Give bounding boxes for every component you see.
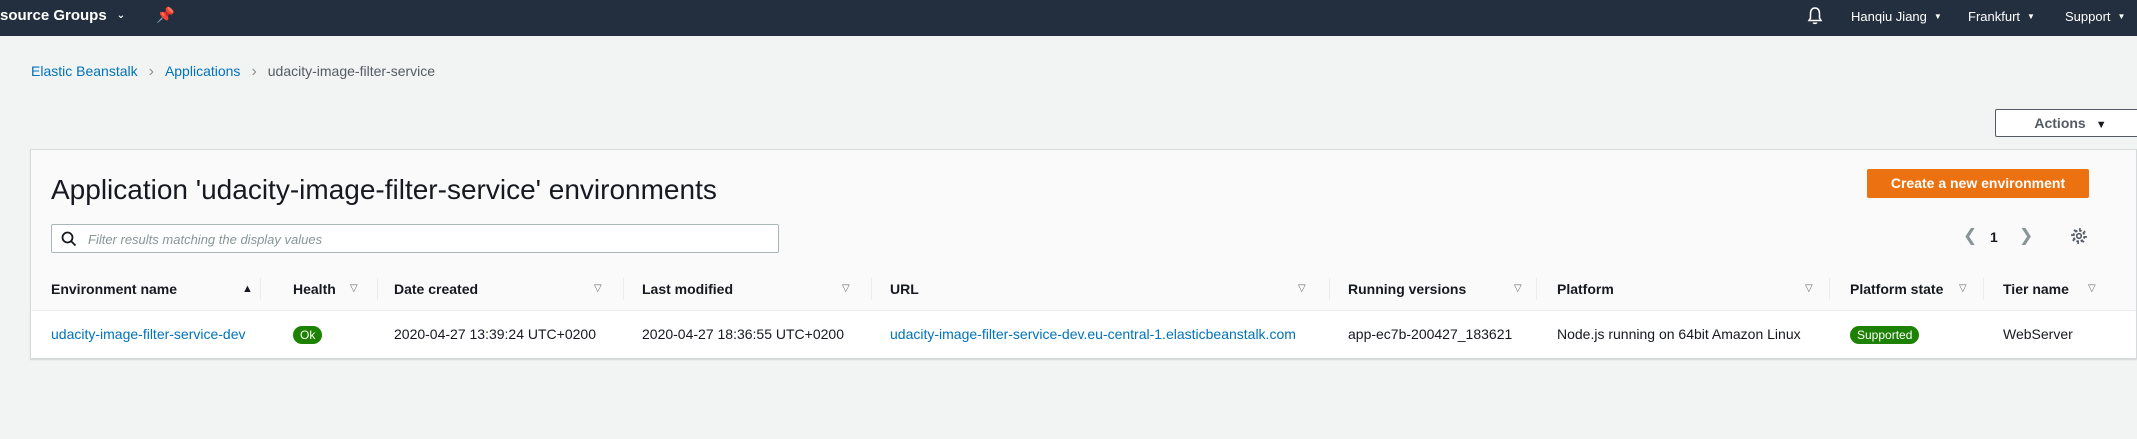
actions-button[interactable]: Actions ▼	[1995, 109, 2137, 137]
column-divider	[260, 278, 261, 300]
current-page[interactable]: 1	[1990, 229, 1998, 245]
caret-down-icon: ▼	[2095, 119, 2107, 131]
health-cell: Ok	[293, 310, 323, 358]
environment-name-link[interactable]: udacity-image-filter-service-dev	[51, 310, 246, 358]
filter-field[interactable]	[51, 224, 779, 253]
column-environment-name[interactable]: Environment name ▲	[51, 268, 253, 310]
tier-name-cell: WebServer	[2003, 326, 2073, 342]
last-modified-cell: 2020-04-27 18:36:55 UTC+0200	[642, 326, 844, 342]
column-platform-state[interactable]: Platform state ▽	[1850, 268, 1990, 310]
sort-icon: ▽	[2088, 283, 2096, 294]
pin-icon[interactable]: 📌	[156, 6, 175, 24]
support-label: Support	[2065, 9, 2111, 24]
resource-groups-label: source Groups	[0, 7, 107, 24]
column-label: Environment name	[51, 281, 178, 297]
sort-icon: ▽	[1805, 283, 1813, 294]
bell-icon[interactable]	[1806, 6, 1824, 26]
platform-cell: Node.js running on 64bit Amazon Linux	[1557, 326, 1801, 342]
column-label: Health	[293, 281, 336, 297]
column-divider	[377, 278, 378, 300]
column-divider	[1983, 278, 1984, 300]
next-page-icon[interactable]: ❯	[2019, 226, 2033, 246]
sort-icon: ▽	[594, 283, 602, 294]
page-title: Application 'udacity-image-filter-servic…	[51, 174, 717, 205]
column-label: Running versions	[1348, 281, 1467, 297]
resource-groups-menu[interactable]: source Groups ⌄	[0, 7, 125, 24]
table-header: Environment name ▲ Health ▽ Date created…	[31, 268, 2136, 311]
column-label: Last modified	[642, 281, 734, 297]
sort-ascending-icon: ▲	[242, 283, 253, 295]
filter-input[interactable]	[86, 228, 770, 251]
platform-state-badge: Supported	[1850, 326, 1920, 345]
previous-page-icon[interactable]: ❮	[1963, 226, 1977, 246]
caret-down-icon: ▼	[1933, 12, 1942, 21]
user-menu[interactable]: Hanqiu Jiang ▼	[1851, 9, 1942, 24]
column-divider	[1329, 278, 1330, 300]
region-menu[interactable]: Frankfurt ▼	[1968, 9, 2035, 24]
caret-down-icon: ▼	[2117, 12, 2126, 21]
column-divider	[871, 278, 872, 300]
user-name: Hanqiu Jiang	[1851, 9, 1927, 24]
create-environment-button[interactable]: Create a new environment	[1867, 169, 2089, 198]
column-label: URL	[890, 281, 919, 297]
column-divider	[623, 278, 624, 300]
column-date-created[interactable]: Date created ▽	[394, 268, 614, 310]
platform-state-cell: Supported	[1850, 310, 1920, 358]
column-label: Date created	[394, 281, 479, 297]
support-menu[interactable]: Support ▼	[2065, 9, 2125, 24]
panel-header: Application 'udacity-image-filter-servic…	[31, 150, 2136, 269]
sort-icon: ▽	[1959, 283, 1967, 294]
column-label: Tier name	[2003, 281, 2069, 297]
environments-panel: Application 'udacity-image-filter-servic…	[30, 149, 2137, 359]
health-status-badge: Ok	[293, 326, 323, 345]
column-tier-name[interactable]: Tier name ▽	[2003, 268, 2133, 310]
running-versions-cell: app-ec7b-200427_183621	[1348, 326, 1513, 342]
chevron-right-icon: ›	[148, 63, 154, 80]
gear-icon[interactable]	[2070, 227, 2088, 245]
region-name: Frankfurt	[1968, 9, 2021, 24]
table-row: udacity-image-filter-service-dev Ok 2020…	[31, 310, 2136, 358]
sort-icon: ▽	[1514, 283, 1522, 294]
date-created-cell: 2020-04-27 13:39:24 UTC+0200	[394, 326, 596, 342]
column-health[interactable]: Health ▽	[293, 268, 363, 310]
column-label: Platform	[1557, 281, 1614, 297]
column-divider	[1829, 278, 1830, 300]
sort-icon: ▽	[350, 283, 358, 294]
breadcrumb-current: udacity-image-filter-service	[267, 63, 436, 79]
caret-down-icon: ▼	[2027, 12, 2035, 21]
search-icon	[61, 231, 77, 247]
column-url[interactable]: URL ▽	[890, 268, 1330, 310]
sort-icon: ▽	[842, 283, 850, 294]
chevron-right-icon: ›	[251, 63, 257, 80]
sort-icon: ▽	[1298, 283, 1306, 294]
breadcrumb-applications[interactable]: Applications	[165, 63, 241, 79]
top-navigation: source Groups ⌄ 📌 Hanqiu Jiang ▼ Frankfurt…	[0, 0, 2137, 36]
column-label: Platform state	[1850, 281, 1944, 297]
column-running-versions[interactable]: Running versions ▽	[1348, 268, 1538, 310]
column-platform[interactable]: Platform ▽	[1557, 268, 1837, 310]
breadcrumb-elastic-beanstalk[interactable]: Elastic Beanstalk	[31, 63, 138, 79]
chevron-down-icon: ⌄	[116, 10, 126, 21]
column-last-modified[interactable]: Last modified ▽	[642, 268, 862, 310]
actions-label: Actions	[2034, 115, 2086, 131]
breadcrumb: Elastic Beanstalk › Applications › udacity-i…	[31, 63, 435, 81]
column-divider	[1536, 278, 1537, 300]
environment-url-link[interactable]: udacity-image-filter-service-dev.eu-cent…	[890, 310, 1296, 358]
